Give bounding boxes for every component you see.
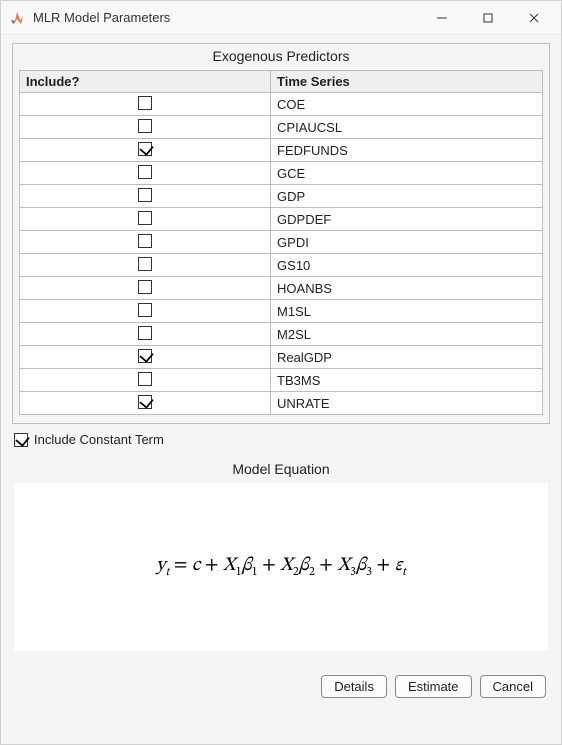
window-controls [419,2,557,34]
series-cell: RealGDP [271,346,543,369]
table-row: M2SL [20,323,543,346]
series-cell: GPDI [271,231,543,254]
include-constant-label: Include Constant Term [34,432,164,447]
series-cell: GCE [271,162,543,185]
series-cell: COE [271,93,543,116]
predictors-group-title: Exogenous Predictors [13,44,549,70]
col-header-include: Include? [20,71,271,93]
table-row: FEDFUNDS [20,139,543,162]
table-row: GS10 [20,254,543,277]
model-equation-title: Model Equation [12,447,550,483]
close-button[interactable] [511,2,557,34]
include-checkbox[interactable] [138,96,152,110]
estimate-button[interactable]: Estimate [395,675,472,698]
include-constant-checkbox[interactable] [14,433,28,447]
table-row: M1SL [20,300,543,323]
col-header-series: Time Series [271,71,543,93]
series-cell: UNRATE [271,392,543,415]
table-row: TB3MS [20,369,543,392]
button-row: Details Estimate Cancel [12,651,550,698]
titlebar: MLR Model Parameters [1,1,561,35]
series-cell: HOANBS [271,277,543,300]
minimize-button[interactable] [419,2,465,34]
cancel-button[interactable]: Cancel [480,675,546,698]
include-checkbox[interactable] [138,234,152,248]
predictors-table: Include? Time Series COECPIAUCSLFEDFUNDS… [19,70,543,415]
table-row: COE [20,93,543,116]
series-cell: M1SL [271,300,543,323]
series-cell: CPIAUCSL [271,116,543,139]
series-cell: GS10 [271,254,543,277]
predictors-group: Exogenous Predictors Include? Time Serie… [12,43,550,424]
include-checkbox[interactable] [138,119,152,133]
include-constant-row[interactable]: Include Constant Term [12,424,550,447]
maximize-button[interactable] [465,2,511,34]
series-cell: M2SL [271,323,543,346]
include-checkbox[interactable] [138,257,152,271]
app-window: MLR Model Parameters Exogenous Predictor… [0,0,562,745]
include-checkbox[interactable] [138,165,152,179]
include-checkbox[interactable] [138,188,152,202]
table-row: GDP [20,185,543,208]
include-checkbox[interactable] [138,372,152,386]
series-cell: TB3MS [271,369,543,392]
table-row: HOANBS [20,277,543,300]
table-row: GPDI [20,231,543,254]
table-row: UNRATE [20,392,543,415]
matlab-icon [9,10,25,26]
window-title: MLR Model Parameters [33,10,419,25]
include-checkbox[interactable] [138,142,152,156]
content-area: Exogenous Predictors Include? Time Serie… [1,35,561,744]
series-cell: GDP [271,185,543,208]
include-checkbox[interactable] [138,211,152,225]
series-cell: GDPDEF [271,208,543,231]
model-equation: yt = c + X1β1 + X2β2 + X3β3 + εt [156,554,405,580]
include-checkbox[interactable] [138,326,152,340]
table-row: GDPDEF [20,208,543,231]
include-checkbox[interactable] [138,280,152,294]
include-checkbox[interactable] [138,349,152,363]
model-equation-box: yt = c + X1β1 + X2β2 + X3β3 + εt [14,483,548,651]
include-checkbox[interactable] [138,395,152,409]
details-button[interactable]: Details [321,675,387,698]
table-row: CPIAUCSL [20,116,543,139]
series-cell: FEDFUNDS [271,139,543,162]
table-row: RealGDP [20,346,543,369]
include-checkbox[interactable] [138,303,152,317]
table-row: GCE [20,162,543,185]
